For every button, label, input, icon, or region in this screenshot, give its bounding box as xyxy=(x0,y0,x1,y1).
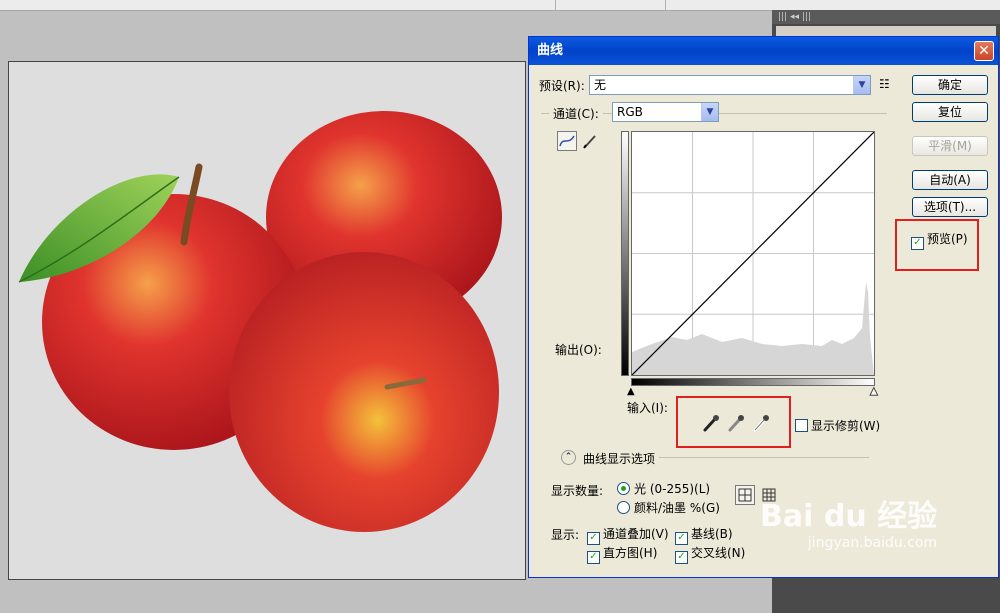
baseline-checkbox[interactable]: ✓ 基线(B) xyxy=(675,525,733,545)
chevron-down-icon: ▼ xyxy=(853,76,870,94)
preset-options-icon[interactable]: ☷ xyxy=(879,77,890,91)
chevron-down-icon: ▼ xyxy=(701,103,718,121)
checkbox-box xyxy=(795,419,808,432)
intersection-checkbox[interactable]: ✓ 交叉线(N) xyxy=(675,544,745,564)
preset-label: 预设(R): xyxy=(539,79,585,93)
curve-icon xyxy=(559,135,575,147)
dialog-title: 曲线 xyxy=(537,43,564,58)
ok-button[interactable]: 确定 xyxy=(912,75,988,95)
grid-simple-button[interactable] xyxy=(735,485,755,505)
apple-front xyxy=(229,252,499,532)
output-label: 输出(O): xyxy=(555,343,602,357)
channel-overlay-checkbox[interactable]: ✓ 通道叠加(V) xyxy=(587,525,669,545)
curve-tool-button[interactable] xyxy=(557,131,577,151)
apples-image xyxy=(18,111,502,532)
eyedropper-highlight-box xyxy=(676,396,791,448)
input-label: 输入(I): xyxy=(627,401,668,415)
collapse-options-icon[interactable]: ⌃ xyxy=(561,450,576,465)
document-canvas[interactable] xyxy=(8,61,526,580)
radio-pigment[interactable]: 颜料/油墨 %(G) xyxy=(617,499,720,516)
histogram-label: 直方图(H) xyxy=(603,546,658,560)
baseline-label: 基线(B) xyxy=(691,527,733,541)
options-button[interactable]: 选项(T)... xyxy=(912,197,988,217)
curve-graph[interactable] xyxy=(631,131,875,376)
preview-highlight-box xyxy=(895,219,979,271)
channel-select[interactable]: RGB ▼ xyxy=(612,102,719,122)
radio-light-label: 光 (0-255)(L) xyxy=(634,482,711,496)
pencil-tool-button[interactable] xyxy=(580,131,600,151)
black-point-slider[interactable]: ▲ xyxy=(627,386,635,397)
auto-button[interactable]: 自动(A) xyxy=(912,170,988,190)
checkbox-box: ✓ xyxy=(587,551,600,564)
radio-indicator xyxy=(617,501,630,514)
show-clipping-label: 显示修剪(W) xyxy=(811,419,881,433)
output-gradient-bar xyxy=(621,131,629,376)
watermark-url: jingyan.baidu.com xyxy=(807,535,938,551)
channel-label: 通道(C): xyxy=(549,105,603,122)
show-amount-label: 显示数量: xyxy=(551,484,604,498)
close-button[interactable]: ✕ xyxy=(974,41,994,61)
smooth-button[interactable]: 平滑(M) xyxy=(912,136,988,156)
radio-light[interactable]: 光 (0-255)(L) xyxy=(617,480,710,497)
input-gradient-bar xyxy=(631,378,875,386)
show-label: 显示: xyxy=(551,528,580,542)
reset-button[interactable]: 复位 xyxy=(912,102,988,122)
preset-select[interactable]: 无 ▼ xyxy=(589,75,871,95)
curve-grid xyxy=(631,131,875,376)
strip-separator xyxy=(665,0,666,10)
radio-indicator xyxy=(617,482,630,495)
checkbox-box: ✓ xyxy=(675,551,688,564)
channel-overlay-label: 通道叠加(V) xyxy=(603,527,669,541)
show-clipping-checkbox[interactable]: 显示修剪(W) xyxy=(795,417,880,434)
strip-separator xyxy=(555,0,556,10)
curves-dialog: 曲线 ✕ 预设(R): 无 ▼ ☷ 通道(C): RGB ▼ 输出(O): ▲ … xyxy=(528,36,999,578)
channel-value: RGB xyxy=(617,105,643,119)
options-divider xyxy=(659,457,869,458)
dialog-titlebar[interactable]: 曲线 xyxy=(529,37,998,65)
watermark-brand: Bai du 经验 xyxy=(760,499,938,534)
grid-4-icon xyxy=(738,488,752,502)
intersection-label: 交叉线(N) xyxy=(691,546,746,560)
curve-display-options-label: 曲线显示选项 xyxy=(583,452,656,466)
histogram-checkbox[interactable]: ✓ 直方图(H) xyxy=(587,544,657,564)
pencil-icon xyxy=(583,135,596,149)
baidu-watermark: Bai du 经验 jingyan.baidu.com xyxy=(760,500,937,552)
white-point-slider[interactable]: ▲ xyxy=(870,386,879,398)
preset-value: 无 xyxy=(594,78,607,92)
panel-collapse-bar[interactable]: ||| ◂◂ ||| xyxy=(772,10,1000,24)
radio-pigment-label: 颜料/油墨 %(G) xyxy=(634,501,720,515)
